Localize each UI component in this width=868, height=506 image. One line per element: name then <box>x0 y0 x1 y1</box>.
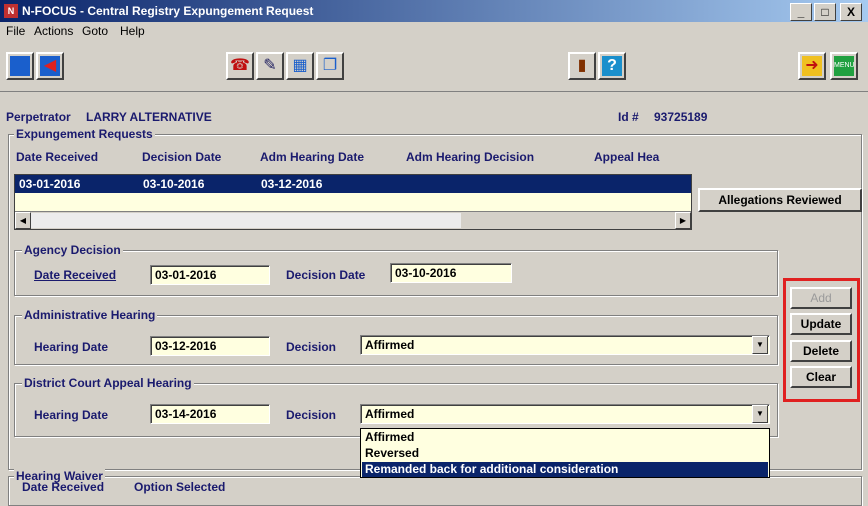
district-decision-label: Decision <box>286 408 337 422</box>
update-button[interactable]: Update <box>790 313 852 335</box>
perpetrator-id: 93725189 <box>654 110 708 124</box>
menu-bar: File Actions Goto Help <box>0 22 868 40</box>
row-decision-date: 03-10-2016 <box>143 177 205 191</box>
col-decision-date[interactable]: Decision Date <box>142 150 221 164</box>
decision-option-remanded[interactable]: Remanded back for additional considerati… <box>362 462 768 477</box>
waiver-col-option-selected[interactable]: Option Selected <box>134 480 225 494</box>
col-adm-hearing-decision[interactable]: Adm Hearing Decision <box>406 150 534 164</box>
menu-actions[interactable]: Actions <box>34 24 73 38</box>
expungement-requests-title: Expungement Requests <box>14 127 155 141</box>
allegations-reviewed-button[interactable]: Allegations Reviewed <box>698 188 862 212</box>
col-date-received[interactable]: Date Received <box>16 150 98 164</box>
toolbar-save-button[interactable] <box>6 52 34 80</box>
agency-decision-title: Agency Decision <box>22 243 123 257</box>
admin-decision-dropdown-icon[interactable]: ▼ <box>752 336 768 354</box>
menu-icon: MENU <box>834 56 855 76</box>
toolbar-notes-button[interactable]: ✎ <box>256 52 284 80</box>
row-adm-hearing-date: 03-12-2016 <box>261 177 323 191</box>
col-appeal-hearing[interactable]: Appeal Hea <box>594 150 659 164</box>
decision-dropdown-list: Affirmed Reversed Remanded back for addi… <box>360 428 770 478</box>
menu-file[interactable]: File <box>6 24 25 38</box>
horizontal-scrollbar[interactable]: ◀ ▶ <box>15 211 691 229</box>
col-adm-hearing-date[interactable]: Adm Hearing Date <box>260 150 364 164</box>
perpetrator-name: LARRY ALTERNATIVE <box>86 110 212 124</box>
toolbar-back-button[interactable]: ◀ <box>36 52 64 80</box>
district-decision-dropdown-icon[interactable]: ▼ <box>752 405 768 423</box>
bar-chart-icon: ▮ <box>577 57 587 74</box>
district-hearing-date-label: Hearing Date <box>34 408 109 422</box>
admin-decision-select[interactable]: Affirmed <box>360 335 770 355</box>
decision-option-reversed[interactable]: Reversed <box>363 446 767 461</box>
toolbar: ◀ ☎ ✎ ▦ ❐ ▮ ? ➜ MENU <box>0 42 868 92</box>
menu-goto[interactable]: Goto <box>82 24 108 38</box>
toolbar-chart-button[interactable]: ▮ <box>568 52 596 80</box>
app-icon: N <box>4 4 18 18</box>
clear-button[interactable]: Clear <box>790 366 852 388</box>
agency-decision-date-field[interactable]: 03-10-2016 <box>390 263 512 283</box>
admin-hearing-date-field[interactable]: 03-12-2016 <box>150 336 270 356</box>
table-row[interactable]: 03-01-2016 03-10-2016 03-12-2016 <box>15 175 691 193</box>
requests-list: 03-01-2016 03-10-2016 03-12-2016 ◀ ▶ <box>14 174 692 230</box>
scroll-right-icon[interactable]: ▶ <box>675 212 691 229</box>
decision-date-label: Decision Date <box>286 268 366 282</box>
scrollbar-thumb[interactable] <box>31 213 461 228</box>
toolbar-window-button[interactable]: ▦ <box>286 52 314 80</box>
id-label: Id # <box>618 110 639 124</box>
window-icon: ▦ <box>292 57 308 74</box>
administrative-hearing-title: Administrative Hearing <box>22 308 158 322</box>
agency-date-received-field[interactable]: 03-01-2016 <box>150 265 270 285</box>
window-title: N-FOCUS - Central Registry Expungement R… <box>22 4 314 18</box>
close-button[interactable]: X <box>840 3 862 21</box>
perpetrator-label: Perpetrator <box>6 110 71 124</box>
district-court-appeal-title: District Court Appeal Hearing <box>22 376 194 390</box>
back-arrow-icon: ◀ <box>40 56 60 76</box>
phone-icon: ☎ <box>230 57 250 74</box>
toolbar-help-button[interactable]: ? <box>598 52 626 80</box>
date-received-link[interactable]: Date Received <box>34 268 116 282</box>
toolbar-phone-button[interactable]: ☎ <box>226 52 254 80</box>
add-button[interactable]: Add <box>790 287 852 309</box>
admin-hearing-date-label: Hearing Date <box>34 340 109 354</box>
toolbar-menu-button[interactable]: MENU <box>830 52 858 80</box>
notes-icon: ✎ <box>263 57 277 74</box>
row-date-received: 03-01-2016 <box>19 177 81 191</box>
save-icon <box>10 56 30 76</box>
minimize-button[interactable]: _ <box>790 3 812 21</box>
admin-decision-label: Decision <box>286 340 337 354</box>
menu-help[interactable]: Help <box>120 24 145 38</box>
toolbar-cascade-button[interactable]: ❐ <box>316 52 344 80</box>
delete-button[interactable]: Delete <box>790 340 852 362</box>
district-hearing-date-field[interactable]: 03-14-2016 <box>150 404 270 424</box>
maximize-button[interactable]: □ <box>814 3 836 21</box>
title-bar: N N-FOCUS - Central Registry Expungement… <box>0 0 868 22</box>
cascade-icon: ❐ <box>322 57 338 74</box>
district-decision-select[interactable]: Affirmed <box>360 404 770 424</box>
help-icon: ? <box>602 56 622 76</box>
decision-option-affirmed[interactable]: Affirmed <box>363 430 767 445</box>
scroll-left-icon[interactable]: ◀ <box>15 212 31 229</box>
waiver-col-date-received[interactable]: Date Received <box>22 480 104 494</box>
toolbar-open-button[interactable]: ➜ <box>798 52 826 80</box>
folder-icon: ➜ <box>802 56 822 76</box>
